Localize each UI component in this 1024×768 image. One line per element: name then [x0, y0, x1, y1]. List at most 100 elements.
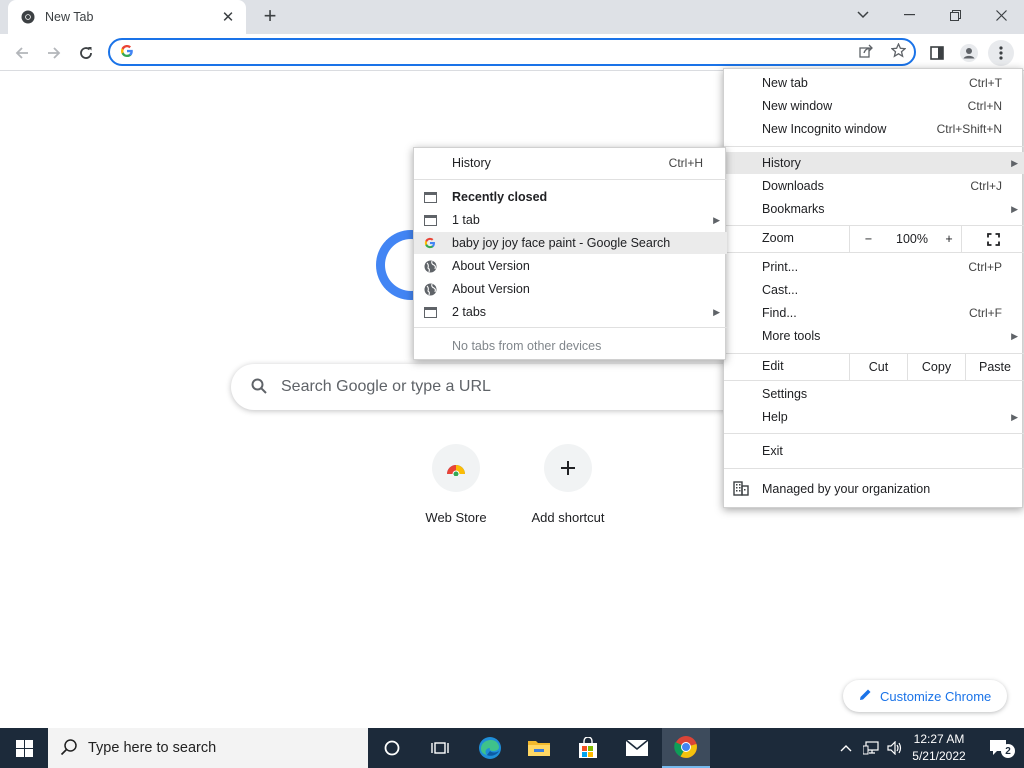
managed-by-organization[interactable]: Managed by your organization [724, 478, 1024, 500]
bookmark-star-icon[interactable] [890, 42, 907, 61]
windows-logo-icon [15, 739, 33, 757]
submenu-item-history[interactable]: History Ctrl+H [414, 152, 727, 174]
new-tab-button[interactable]: + [258, 5, 282, 28]
submenu-item-label: baby joy joy face paint - Google Search [452, 236, 671, 250]
search-icon [251, 378, 267, 397]
menu-item-history[interactable]: History ▶ [724, 152, 1024, 174]
menu-item-label: More tools [762, 329, 821, 343]
menu-divider [724, 380, 1024, 381]
tab-icon [423, 213, 437, 227]
omnibox[interactable] [108, 38, 916, 66]
start-button[interactable] [0, 728, 48, 768]
menu-item-shortcut: Ctrl+J [970, 179, 1002, 193]
taskbar-clock[interactable]: 12:27 AM 5/21/2022 [906, 731, 972, 765]
menu-divider [724, 252, 1024, 253]
tab-strip: New Tab ✕ + [0, 0, 1024, 34]
customize-label: Customize Chrome [880, 688, 992, 704]
side-panel-icon[interactable] [924, 40, 950, 66]
submenu-item-about-version[interactable]: About Version [414, 255, 727, 277]
shortcut-web-store[interactable]: Web Store [406, 444, 506, 525]
search-icon [60, 738, 78, 759]
menu-divider [724, 146, 1024, 147]
submenu-arrow-icon: ▶ [1011, 157, 1018, 168]
submenu-arrow-icon: ▶ [713, 306, 720, 317]
show-hidden-icons-icon[interactable] [836, 728, 856, 768]
notification-count-badge: 2 [1001, 744, 1015, 758]
menu-item-label: Help [762, 410, 788, 424]
menu-item-label: New Incognito window [762, 122, 887, 136]
tab-icon [423, 190, 437, 204]
clock-time: 12:27 AM [913, 732, 965, 746]
web-store-icon [432, 444, 480, 492]
tab-close-icon[interactable]: ✕ [220, 9, 236, 26]
submenu-item-2-tabs[interactable]: 2 tabs ▶ [414, 301, 727, 323]
chrome-menu-button[interactable] [988, 40, 1014, 66]
file-explorer-icon[interactable] [515, 728, 563, 768]
zoom-out-button[interactable]: − [849, 226, 887, 252]
managed-label: Managed by your organization [762, 482, 931, 496]
menu-item-exit[interactable]: Exit [724, 440, 1024, 462]
menu-item-print[interactable]: Print... Ctrl+P [724, 256, 1024, 278]
menu-item-cast[interactable]: Cast... [724, 279, 1024, 301]
submenu-arrow-icon: ▶ [1011, 330, 1018, 341]
menu-item-shortcut: Ctrl+F [969, 306, 1002, 320]
restore-button[interactable] [932, 0, 978, 30]
chrome-taskbar-icon[interactable] [662, 728, 710, 768]
network-icon[interactable] [860, 728, 882, 768]
paste-button[interactable]: Paste [965, 354, 1024, 380]
back-button[interactable] [8, 39, 36, 67]
shortcut-add[interactable]: Add shortcut [518, 444, 618, 525]
zoom-in-button[interactable]: + [937, 226, 961, 252]
notification-center-icon[interactable]: 2 [980, 728, 1020, 768]
close-window-button[interactable] [978, 0, 1024, 30]
task-view-icon[interactable] [416, 728, 464, 768]
menu-item-downloads[interactable]: Downloads Ctrl+J [724, 175, 1024, 197]
menu-item-new-window[interactable]: New window Ctrl+N [724, 95, 1024, 117]
mail-icon[interactable] [613, 728, 661, 768]
volume-icon[interactable] [884, 728, 906, 768]
google-favicon [423, 236, 437, 250]
menu-item-settings[interactable]: Settings [724, 383, 1024, 405]
menu-item-new-incognito-window[interactable]: New Incognito window Ctrl+Shift+N [724, 118, 1024, 140]
menu-item-shortcut: Ctrl+Shift+N [936, 122, 1002, 136]
copy-button[interactable]: Copy [907, 354, 965, 380]
submenu-arrow-icon: ▶ [1011, 203, 1018, 214]
submenu-item-label: 1 tab [452, 213, 480, 227]
menu-item-shortcut: Ctrl+N [967, 99, 1002, 113]
edit-label: Edit [762, 359, 784, 373]
cut-button[interactable]: Cut [849, 354, 907, 380]
microsoft-store-icon[interactable] [564, 728, 612, 768]
minimize-button[interactable] [886, 0, 932, 30]
submenu-item-google-search[interactable]: baby joy joy face paint - Google Search [414, 232, 727, 254]
submenu-heading-label: Recently closed [452, 190, 548, 204]
ntp-search-box[interactable]: Search Google or type a URL [231, 364, 791, 410]
share-icon[interactable] [859, 44, 874, 61]
cortana-icon[interactable] [368, 728, 416, 768]
menu-item-label: New tab [762, 76, 808, 90]
building-icon [733, 481, 749, 499]
menu-item-more-tools[interactable]: More tools ▶ [724, 325, 1024, 347]
menu-item-help[interactable]: Help ▶ [724, 406, 1024, 428]
customize-chrome-button[interactable]: Customize Chrome [843, 680, 1007, 712]
chrome-favicon-icon [20, 9, 36, 25]
submenu-divider [414, 327, 727, 328]
taskbar-search-box[interactable]: Type here to search [48, 728, 368, 768]
menu-item-shortcut: Ctrl+P [968, 260, 1002, 274]
menu-item-label: History [762, 156, 801, 170]
menu-item-bookmarks[interactable]: Bookmarks ▶ [724, 198, 1024, 220]
edge-browser-icon[interactable] [466, 728, 514, 768]
forward-button[interactable] [40, 39, 68, 67]
menu-divider [724, 468, 1024, 469]
reload-button[interactable] [72, 39, 100, 67]
menu-item-find[interactable]: Find... Ctrl+F [724, 302, 1024, 324]
menu-zoom-row: Zoom − 100% + [724, 226, 1024, 252]
tab-new-tab[interactable]: New Tab ✕ [8, 0, 246, 34]
submenu-item-1-tab[interactable]: 1 tab ▶ [414, 209, 727, 231]
submenu-divider [414, 179, 727, 180]
profile-avatar-icon[interactable] [956, 40, 982, 66]
submenu-item-about-version[interactable]: About Version [414, 278, 727, 300]
fullscreen-icon[interactable] [961, 226, 1024, 252]
menu-item-new-tab[interactable]: New tab Ctrl+T [724, 72, 1024, 94]
tab-search-icon[interactable] [840, 0, 886, 30]
taskbar-search-placeholder: Type here to search [88, 740, 217, 756]
